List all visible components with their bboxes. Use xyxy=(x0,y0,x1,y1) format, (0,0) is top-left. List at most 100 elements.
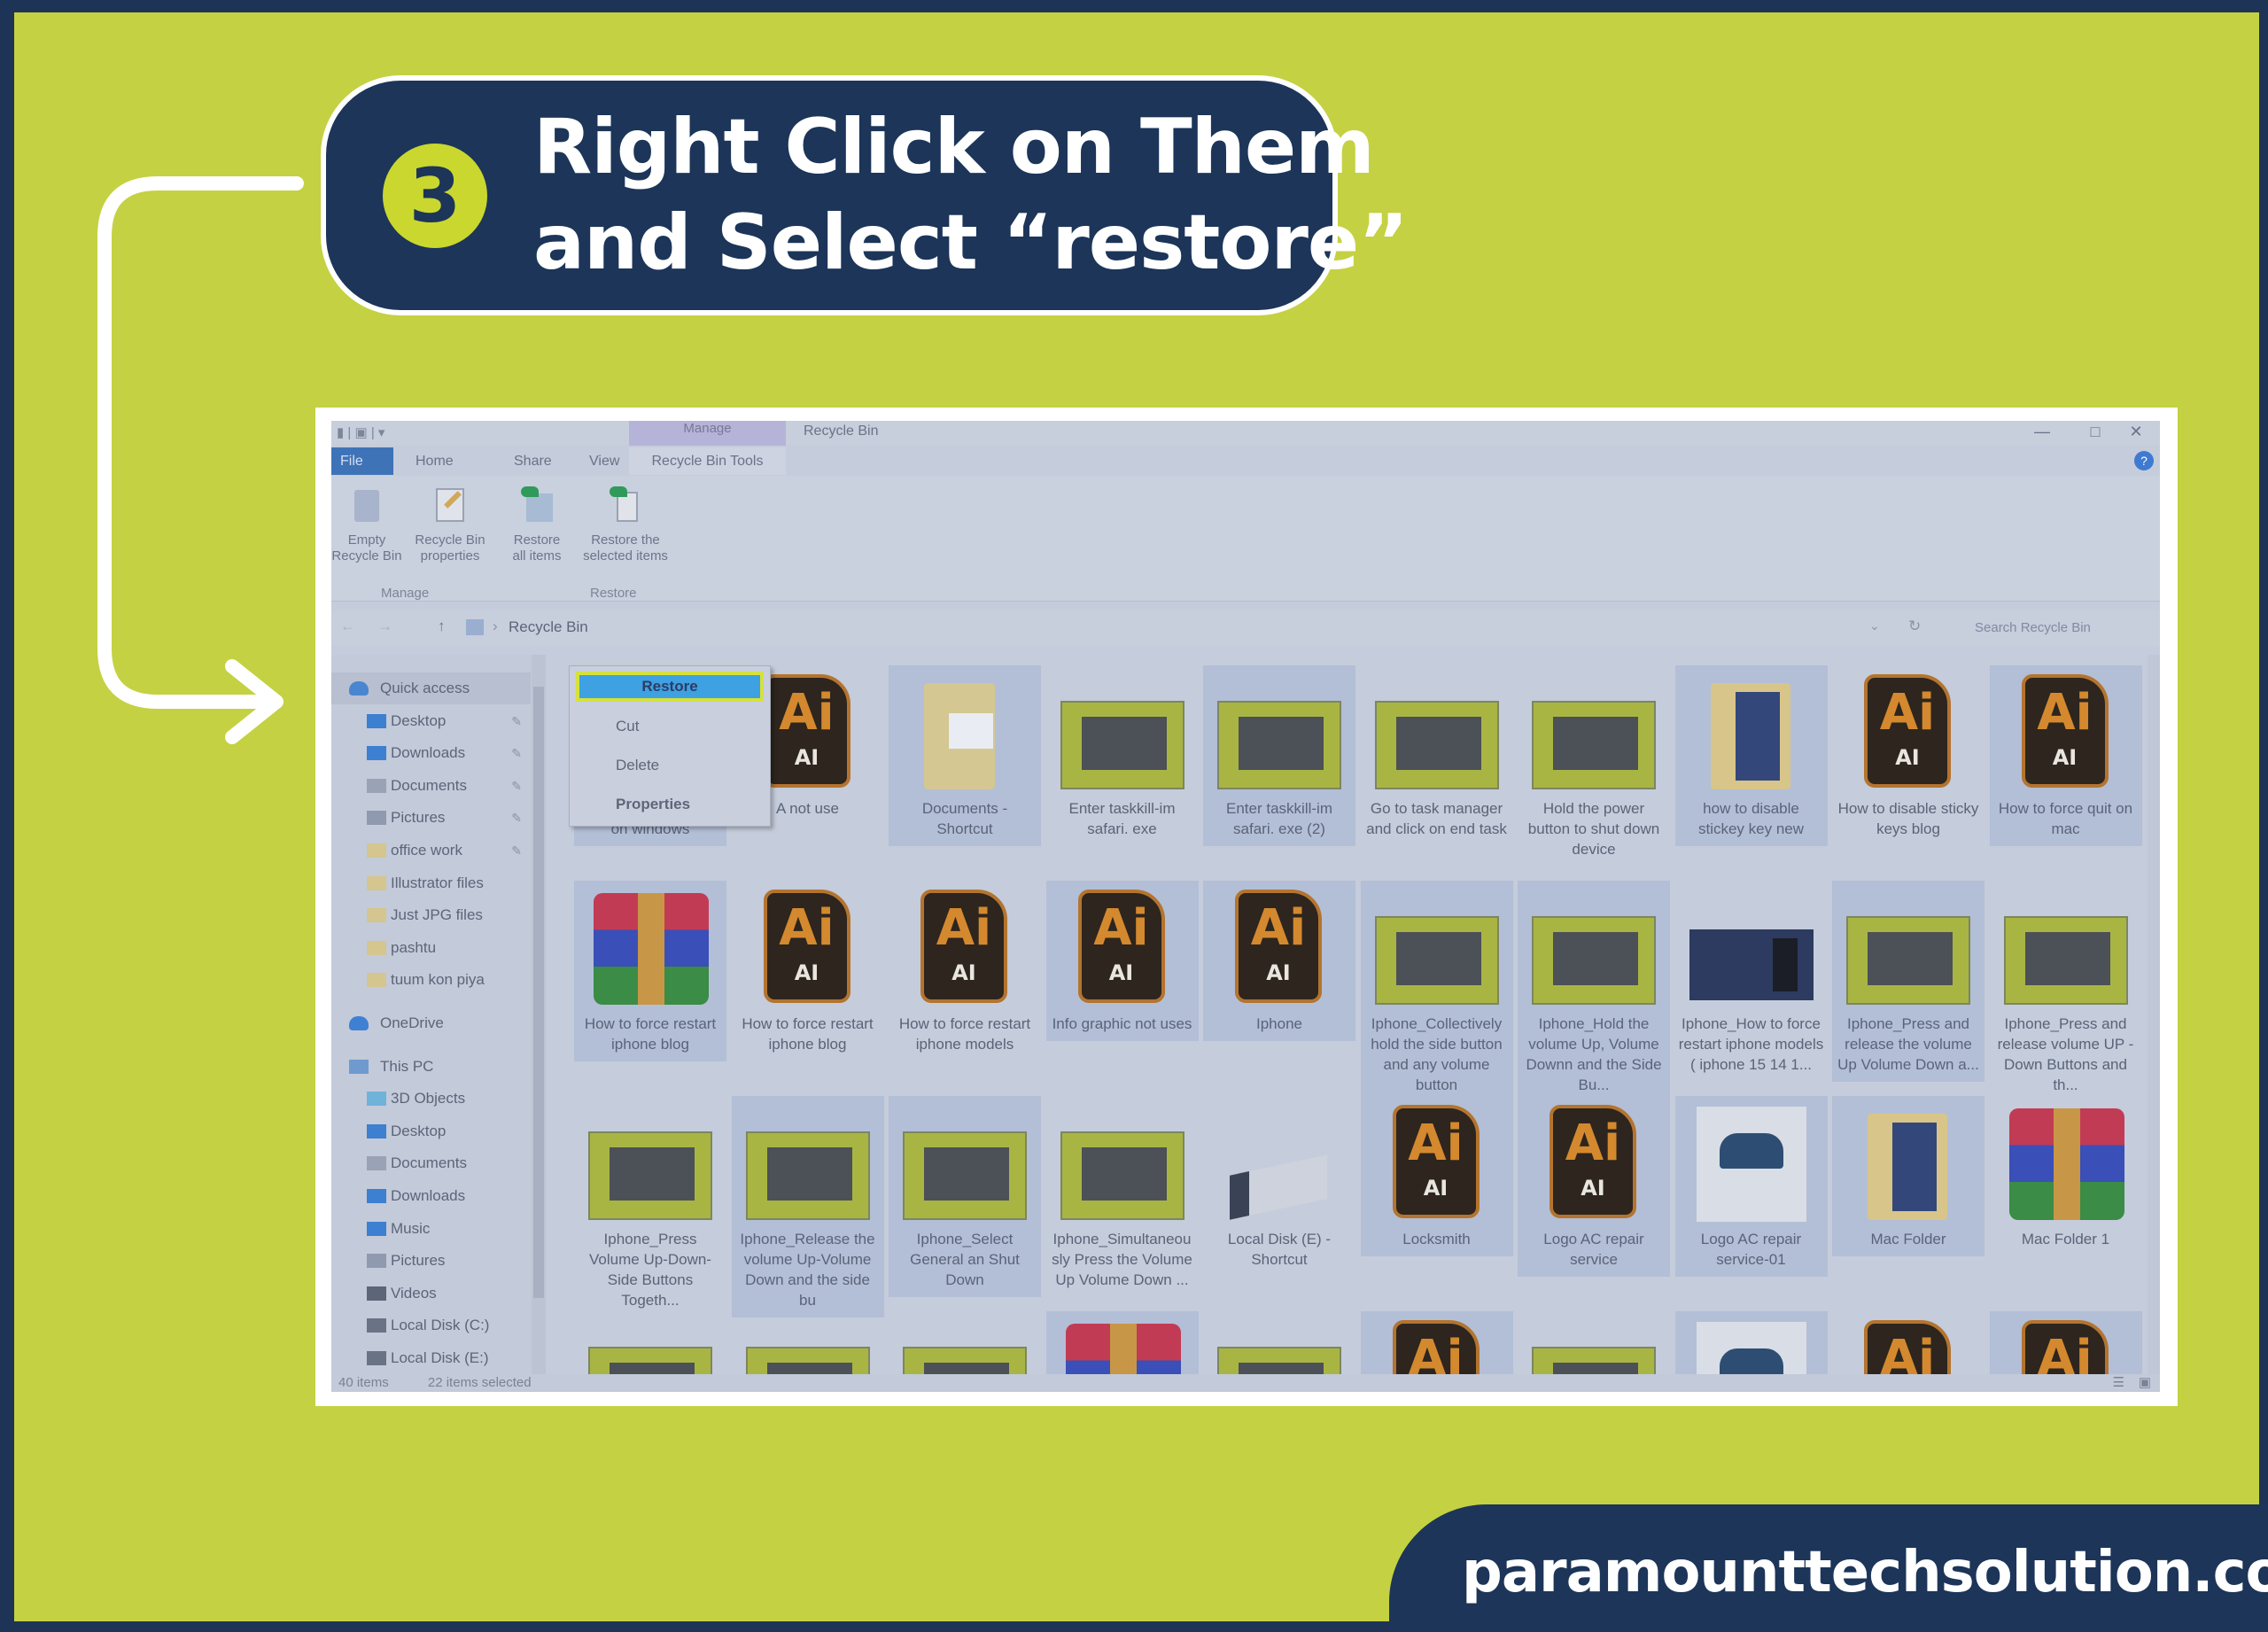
file-item[interactable]: Logo AC repair service-01 xyxy=(1674,1096,1828,1277)
file-item[interactable]: Iphone_Simultaneously Press the Volume U… xyxy=(1046,1096,1199,1297)
close-button[interactable]: ✕ xyxy=(2114,421,2158,444)
file-item[interactable]: Ai AI How to force quit on mac xyxy=(1989,665,2142,846)
ai-file-icon: AiAI xyxy=(1990,665,2142,798)
disk-file-icon xyxy=(1203,1096,1355,1229)
tab-home[interactable]: Home xyxy=(407,447,462,475)
nav-item-music[interactable]: Music xyxy=(331,1213,531,1245)
file-item[interactable]: Ai AI How to force restart iphone models xyxy=(889,881,1041,1061)
desktop-icon xyxy=(367,1123,386,1139)
rar-file-icon xyxy=(574,881,726,1014)
file-item[interactable]: Enter taskkill-im safari. exe xyxy=(1046,665,1199,846)
file-item[interactable]: Ai AI Locksmith xyxy=(1360,1096,1513,1256)
menu-item-delete[interactable]: Delete xyxy=(570,757,772,774)
file-name: Iphone_Simultaneously Press the Volume U… xyxy=(1052,1231,1192,1288)
nav-item-pictures[interactable]: Pictures ✎ xyxy=(331,802,531,834)
up-button[interactable]: ↑ xyxy=(438,618,446,635)
restore-selected-items-button[interactable]: Restore the selected items xyxy=(572,486,679,564)
refresh-icon[interactable]: ↻ xyxy=(1908,618,1921,635)
quick-access-toolbar-icon[interactable]: ▮ | ▣ | ▾ xyxy=(337,424,384,440)
file-name: Enter taskkill-im safari. exe (2) xyxy=(1226,800,1332,837)
tab-share[interactable]: Share xyxy=(505,447,561,475)
nav-item-local-disk-c[interactable]: Local Disk (C:) xyxy=(331,1309,531,1341)
nav-item-onedrive[interactable]: OneDrive xyxy=(331,1007,531,1039)
nav-item-local-disk-e[interactable]: Local Disk (E:) xyxy=(331,1342,531,1374)
recycle-bin-properties-button[interactable]: Recycle Bin properties xyxy=(409,486,491,564)
file-item[interactable]: Iphone_Press and release volume UP - Dow… xyxy=(1990,881,2142,1102)
file-item[interactable]: Iphone_Press and release the volume Up V… xyxy=(1832,881,1984,1082)
nav-item-office-work[interactable]: office work ✎ xyxy=(331,835,531,867)
file-item[interactable]: Mac Folder 1 xyxy=(1990,1096,2142,1256)
file-name: Iphone_Press Volume Up-Down-Side Buttons… xyxy=(589,1231,711,1309)
nav-item-illustrator-files[interactable]: Illustrator files xyxy=(331,867,531,899)
nav-item-documents[interactable]: Documents xyxy=(331,1147,531,1179)
empty-recycle-bin-icon xyxy=(347,486,386,524)
file-item[interactable]: Mac Folder xyxy=(1832,1096,1984,1256)
nav-item-pashtu[interactable]: pashtu xyxy=(331,932,531,964)
navigation-scrollbar-thumb[interactable] xyxy=(533,687,544,1298)
rar-file-icon xyxy=(1990,1096,2142,1229)
maximize-button[interactable]: □ xyxy=(2073,421,2117,444)
minimize-button[interactable]: — xyxy=(2020,421,2064,444)
nav-item-documents[interactable]: Documents ✎ xyxy=(331,770,531,802)
nav-item-videos[interactable]: Videos xyxy=(331,1278,531,1309)
empty-recycle-bin-button[interactable]: Empty Recycle Bin xyxy=(331,486,402,564)
file-item[interactable]: Hold the power button to shut down devic… xyxy=(1518,665,1670,867)
nav-item-pictures[interactable]: Pictures xyxy=(331,1245,531,1277)
step-number-badge: 3 xyxy=(383,144,487,248)
pictures-icon xyxy=(367,1254,386,1269)
nav-item-just-jpg-files[interactable]: Just JPG files xyxy=(331,899,531,931)
nav-item-downloads[interactable]: Downloads xyxy=(331,1180,531,1212)
search-input[interactable]: Search Recycle Bin xyxy=(1975,616,2152,641)
forward-button[interactable]: → xyxy=(377,618,392,635)
properties-icon xyxy=(431,486,470,524)
context-menu: Restore Cut Delete Properties xyxy=(569,665,771,827)
file-item[interactable]: Local Disk (E) - Shortcut xyxy=(1203,1096,1355,1277)
nav-item-downloads[interactable]: Downloads ✎ xyxy=(331,737,531,769)
file-item[interactable]: Iphone_Hold the volume Up, Volume Downn … xyxy=(1518,881,1670,1102)
tab-file[interactable]: File xyxy=(331,447,393,475)
ai-file-icon: AiAI xyxy=(889,881,1041,1014)
nav-item-this-pc[interactable]: This PC xyxy=(331,1051,531,1083)
details-view-button[interactable]: ☰ xyxy=(2113,1374,2124,1392)
file-name: Iphone_Hold the volume Up, Volume Downn … xyxy=(1526,1015,1662,1093)
file-item[interactable]: how to disable stickey key new xyxy=(1674,665,1828,846)
file-name: Iphone_Press and release the volume Up V… xyxy=(1837,1015,1979,1073)
menu-item-properties[interactable]: Properties xyxy=(570,796,772,813)
tab-recycle-bin-tools[interactable]: Recycle Bin Tools xyxy=(629,447,786,475)
file-name: Local Disk (E) - Shortcut xyxy=(1227,1231,1332,1268)
address-dropdown-chevron-icon[interactable]: ⌄ xyxy=(1869,618,1880,633)
restore-all-items-button[interactable]: Restore all items xyxy=(505,486,569,564)
menu-item-restore[interactable]: Restore xyxy=(576,672,764,702)
tab-view[interactable]: View xyxy=(580,447,628,475)
file-item[interactable]: Iphone_Collectively hold the side button… xyxy=(1360,881,1513,1102)
disk-icon xyxy=(367,1318,386,1333)
file-item[interactable]: Documents - Shortcut xyxy=(889,665,1041,846)
file-item[interactable]: Ai AI Info graphic not uses xyxy=(1045,881,1199,1041)
file-item[interactable]: Ai AI Iphone xyxy=(1203,881,1355,1041)
nav-item-desktop[interactable]: Desktop ✎ xyxy=(331,705,531,737)
file-item[interactable]: How to force restart iphone blog xyxy=(574,881,726,1061)
file-item[interactable]: Enter taskkill-im safari. exe (2) xyxy=(1203,665,1355,846)
file-item[interactable]: Ai AI How to disable sticky keys blog xyxy=(1832,665,1984,846)
help-icon[interactable]: ? xyxy=(2134,451,2154,470)
menu-item-cut[interactable]: Cut xyxy=(570,718,772,735)
thumb-file-icon xyxy=(1990,881,2142,1014)
nav-item-tuum-kon-piya[interactable]: tuum kon piya xyxy=(331,964,531,996)
status-bar: 40 items 22 items selected ☰ ▣ xyxy=(331,1374,2160,1392)
nav-item-label: This PC xyxy=(380,1057,434,1075)
back-button[interactable]: ← xyxy=(340,618,355,635)
file-item[interactable]: Iphone_Press Volume Up-Down-Side Buttons… xyxy=(574,1096,726,1317)
content-scrollbar[interactable] xyxy=(2148,655,2160,1374)
nav-item-3d-objects[interactable]: 3D Objects xyxy=(331,1083,531,1115)
breadcrumb-recycle-bin[interactable]: Recycle Bin xyxy=(509,618,588,636)
file-item[interactable]: Ai AI How to force restart iphone blog xyxy=(732,881,884,1061)
nav-item-quick-access[interactable]: Quick access xyxy=(331,672,531,704)
file-item[interactable]: Iphone_Release the volume Up-Volume Down… xyxy=(731,1096,884,1317)
nav-item-desktop[interactable]: Desktop xyxy=(331,1115,531,1147)
file-item[interactable]: Ai AI Logo AC repair service xyxy=(1518,1096,1670,1277)
file-item[interactable]: Iphone_Select General an Shut Down xyxy=(889,1096,1041,1297)
file-item[interactable]: Go to task manager and click on end task xyxy=(1361,665,1513,846)
large-icons-view-button[interactable]: ▣ xyxy=(2139,1374,2151,1392)
file-item[interactable]: Iphone_How to force restart iphone model… xyxy=(1675,881,1828,1082)
pin-icon: ✎ xyxy=(511,746,522,761)
